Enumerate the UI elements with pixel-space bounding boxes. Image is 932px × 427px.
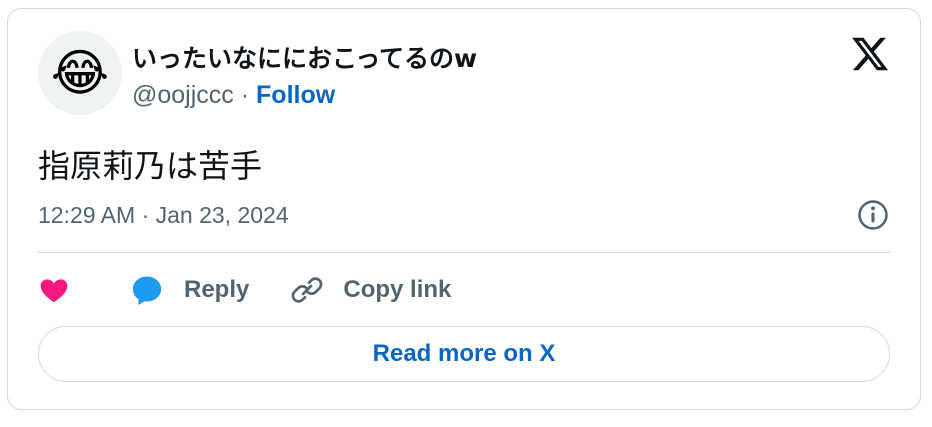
tweet-text: 指原莉乃は苦手 <box>38 147 263 185</box>
heart-icon <box>40 279 68 303</box>
read-more-button[interactable]: Read more on X <box>38 326 890 382</box>
avatar[interactable]: 😂 <box>38 31 122 115</box>
author-handle[interactable]: @oojjccc <box>132 81 234 109</box>
laughing-emoji-avatar: 😂 <box>50 45 110 101</box>
link-icon <box>291 277 323 303</box>
separator-dot: · <box>240 81 250 109</box>
copy-link-label: Copy link <box>343 276 452 303</box>
copy-link-button[interactable]: Copy link <box>291 274 451 306</box>
follow-button[interactable]: Follow <box>256 81 335 109</box>
author-handle-line: @oojjccc · Follow <box>132 81 335 110</box>
info-icon[interactable] <box>856 198 890 232</box>
reply-button[interactable]: Reply <box>130 273 249 307</box>
reply-bubble-icon <box>132 276 162 305</box>
tweet-embed-card: 😂 いったいなににおこってるのw @oojjccc · Follow 指原莉乃は… <box>7 8 921 410</box>
divider <box>38 252 890 253</box>
reply-label: Reply <box>184 276 250 303</box>
x-logo-icon[interactable] <box>850 34 890 74</box>
tweet-actions: Reply Copy link <box>38 267 451 313</box>
tweet-timestamp[interactable]: 12:29 AM · Jan 23, 2024 <box>38 202 289 229</box>
like-button[interactable] <box>38 274 70 306</box>
author-display-name[interactable]: いったいなににおこってるのw <box>132 39 477 75</box>
